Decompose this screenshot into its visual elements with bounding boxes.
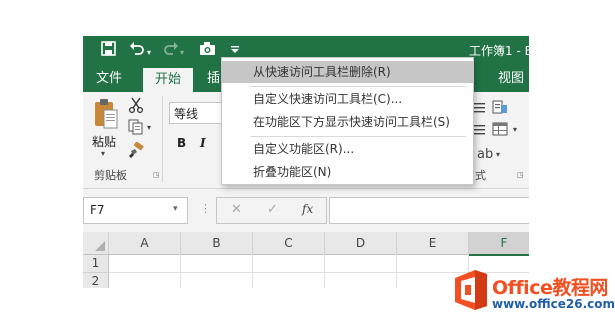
formula-controls: ✕ ✓ fx xyxy=(216,197,327,224)
more-icon: ⋮ xyxy=(200,202,211,215)
menu-item-show-qat-below[interactable]: 在功能区下方显示快速访问工具栏(S) xyxy=(222,111,473,133)
save-icon[interactable] xyxy=(101,41,116,60)
redo-icon[interactable] xyxy=(163,41,179,60)
bold-button[interactable]: B xyxy=(177,136,186,150)
align-icon-2[interactable] xyxy=(473,123,485,142)
grid-line xyxy=(252,254,253,288)
watermark-brand: Office教程网 xyxy=(492,277,608,299)
table-format-icon[interactable] xyxy=(492,121,508,141)
column-header[interactable]: D xyxy=(325,232,397,255)
table-format-dropdown-icon[interactable]: ▾ xyxy=(513,125,517,134)
qat-context-menu: 从快速访问工具栏删除(R) 自定义快速访问工具栏(C)... 在功能区下方显示快… xyxy=(221,57,474,185)
align-icon[interactable] xyxy=(473,101,485,120)
paste-label[interactable]: 粘贴 xyxy=(92,133,116,150)
watermark-logo: Office教程网 www.office26.com xyxy=(447,265,615,322)
menu-item-customize-ribbon[interactable]: 自定义功能区(R)... xyxy=(222,138,473,160)
grid-line xyxy=(180,254,181,288)
column-header[interactable]: A xyxy=(109,232,181,255)
group-divider xyxy=(162,96,163,182)
confirm-icon[interactable]: ✓ xyxy=(267,202,278,217)
camera-icon[interactable] xyxy=(199,41,216,60)
tab-insert[interactable]: 插 xyxy=(207,66,220,92)
undo-icon[interactable] xyxy=(129,41,145,60)
clipboard-group-label: 剪贴板 xyxy=(94,169,127,182)
styles-launcher-icon[interactable]: ◳ xyxy=(517,171,524,179)
row-header[interactable]: 1 xyxy=(83,255,109,273)
orientation-dropdown-icon[interactable]: ▾ xyxy=(496,150,500,159)
menu-separator xyxy=(250,86,466,87)
paste-icon[interactable] xyxy=(93,98,119,134)
insert-function-icon[interactable]: fx xyxy=(302,202,313,216)
column-header[interactable]: B xyxy=(181,232,253,255)
select-all-corner[interactable] xyxy=(83,232,109,255)
name-box-dropdown-icon[interactable]: ▾ xyxy=(173,204,178,214)
undo-dropdown-icon[interactable]: ▾ xyxy=(147,44,151,62)
copy-dropdown-icon[interactable]: ▾ xyxy=(147,123,151,132)
orientation-icon[interactable]: ab xyxy=(477,147,493,162)
format-painter-icon[interactable] xyxy=(128,141,144,162)
office-logo-icon xyxy=(455,270,487,310)
menu-item-collapse-ribbon[interactable]: 折叠功能区(N) xyxy=(222,161,473,183)
grid-line xyxy=(396,254,397,288)
italic-button[interactable]: I xyxy=(200,136,206,150)
tab-file[interactable]: 文件 xyxy=(96,66,122,92)
formula-input[interactable] xyxy=(329,197,529,224)
clipboard-launcher-icon[interactable]: ◳ xyxy=(153,171,160,179)
paste-dropdown-icon[interactable]: ▾ xyxy=(101,149,105,158)
window-title: 工作簿1 - E xyxy=(469,44,529,58)
redo-dropdown-icon[interactable]: ▾ xyxy=(180,44,184,62)
copy-icon[interactable] xyxy=(128,119,144,139)
cancel-icon[interactable]: ✕ xyxy=(231,202,242,217)
column-header[interactable]: E xyxy=(397,232,469,255)
watermark-url: www.office26.com xyxy=(492,297,615,311)
menu-item-customize-qat[interactable]: 自定义快速访问工具栏(C)... xyxy=(222,88,473,110)
column-header[interactable]: C xyxy=(253,232,325,255)
column-header-selected[interactable]: F xyxy=(469,232,529,256)
menu-separator xyxy=(250,136,466,137)
grid-line xyxy=(324,254,325,288)
name-box[interactable]: F7 ▾ xyxy=(83,197,188,224)
conditional-format-icon[interactable] xyxy=(492,99,508,119)
menu-item-remove-from-qat[interactable]: 从快速访问工具栏删除(R) xyxy=(222,61,473,83)
font-name-box[interactable]: 等线 xyxy=(169,102,223,124)
row-header[interactable]: 2 xyxy=(83,273,109,288)
tab-view[interactable]: 视图 xyxy=(498,66,524,92)
styles-group-label: 式 xyxy=(475,169,486,182)
tab-home[interactable]: 开始 xyxy=(143,68,194,92)
cut-icon[interactable] xyxy=(128,97,144,117)
name-box-value: F7 xyxy=(90,203,105,217)
font-name-value: 等线 xyxy=(174,107,199,121)
formula-bar: F7 ▾ ⋮ ✕ ✓ fx xyxy=(83,189,529,232)
